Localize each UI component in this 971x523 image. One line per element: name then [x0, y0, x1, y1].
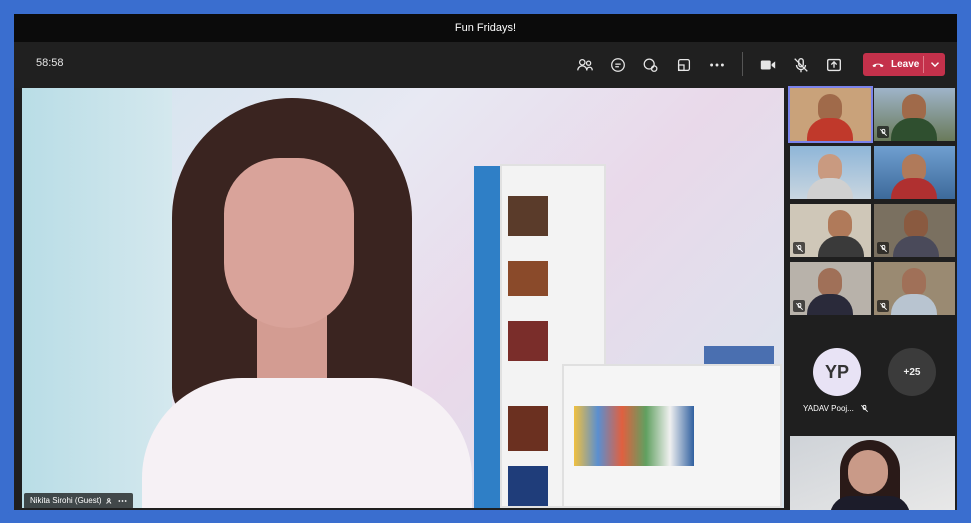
- mic-muted-icon: [877, 300, 889, 312]
- avatar[interactable]: YP: [813, 348, 861, 396]
- camera-icon[interactable]: [757, 54, 779, 76]
- speaker-name: Nikita Sirohi (Guest): [30, 496, 102, 505]
- participant-gallery: YP +25 YADAV Pooj...: [788, 86, 957, 510]
- more-options-icon[interactable]: [118, 497, 127, 505]
- participant-tile[interactable]: [790, 146, 871, 199]
- chevron-down-icon[interactable]: [928, 57, 942, 71]
- meeting-window: Fun Fridays! 58:58 Leave Nikita Sirohi (…: [14, 14, 957, 510]
- speaker-face: [224, 158, 354, 328]
- meeting-timer: 58:58: [36, 57, 64, 69]
- lower-shelf: [562, 346, 782, 508]
- mic-muted-icon: [877, 242, 889, 254]
- more-icon[interactable]: [706, 54, 728, 76]
- people-small-icon: [105, 498, 111, 504]
- participant-tile[interactable]: [874, 204, 955, 257]
- meeting-toolbar: 58:58 Leave: [14, 42, 957, 88]
- leave-button[interactable]: Leave: [863, 53, 945, 76]
- participant-tile[interactable]: [874, 146, 955, 199]
- rooms-icon[interactable]: [673, 54, 695, 76]
- mic-muted-icon: [793, 300, 805, 312]
- mic-muted-icon[interactable]: [790, 54, 812, 76]
- leave-label: Leave: [891, 59, 920, 70]
- participant-tile[interactable]: [790, 262, 871, 315]
- participant-tile[interactable]: [788, 86, 873, 143]
- reactions-icon[interactable]: [640, 54, 662, 76]
- participant-tile[interactable]: [874, 262, 955, 315]
- share-icon[interactable]: [823, 54, 845, 76]
- hangup-icon: [872, 63, 884, 67]
- mic-muted-icon: [877, 126, 889, 138]
- participant-tile[interactable]: [874, 88, 955, 141]
- mic-muted-icon: [793, 242, 805, 254]
- chat-icon[interactable]: [607, 54, 629, 76]
- mic-muted-icon: [861, 404, 868, 412]
- toolbar-divider: [742, 52, 743, 76]
- more-participants-button[interactable]: +25: [888, 348, 936, 396]
- main-video-feed[interactable]: Nikita Sirohi (Guest): [22, 88, 784, 508]
- speaker-name-tag: Nikita Sirohi (Guest): [24, 493, 133, 508]
- window-title: Fun Fridays!: [14, 14, 957, 42]
- participant-name: YADAV Pooj...: [803, 404, 854, 413]
- self-view-video[interactable]: [790, 436, 955, 510]
- people-icon[interactable]: [574, 54, 596, 76]
- participant-tile[interactable]: [790, 204, 871, 257]
